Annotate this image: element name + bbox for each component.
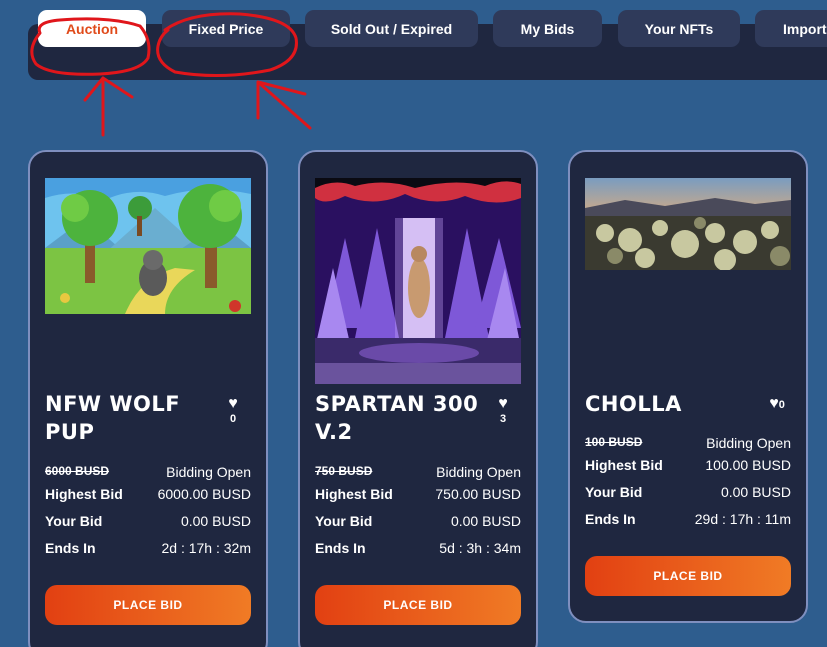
bid-status: Bidding Open xyxy=(436,464,521,480)
highest-bid-value: 750.00 BUSD xyxy=(435,486,521,502)
place-bid-button[interactable]: PLACE BID xyxy=(45,585,251,625)
ends-in-value: 2d : 17h : 32m xyxy=(161,540,251,556)
ends-in-label: Ends In xyxy=(315,540,366,556)
ends-in-row: Ends In 29d : 17h : 11m xyxy=(585,511,791,527)
nft-name-line: CHOLLA xyxy=(585,392,682,416)
price-row: 100 BUSD Bidding Open xyxy=(585,435,791,451)
nft-price: 100 BUSD xyxy=(585,435,643,449)
highest-bid-value: 6000.00 BUSD xyxy=(157,486,251,502)
heart-icon: ♥ xyxy=(498,395,508,412)
highest-bid-label: Highest Bid xyxy=(585,457,663,473)
nft-artwork xyxy=(585,178,791,270)
highest-bid-label: Highest Bid xyxy=(45,486,123,502)
nft-card-wolf-pup: NFW WOLF PUP ♥ 0 6000 BUSD Bidding Open … xyxy=(28,150,268,647)
nft-name: NFW WOLF PUP xyxy=(45,390,180,446)
nft-price: 6000 BUSD xyxy=(45,464,110,478)
nft-price: 750 BUSD xyxy=(315,464,373,478)
your-bid-label: Your Bid xyxy=(45,513,103,529)
bid-status: Bidding Open xyxy=(706,435,791,451)
like-button[interactable]: ♥0 xyxy=(762,395,792,413)
your-bid-value: 0.00 BUSD xyxy=(720,484,791,500)
nft-name-line: PUP xyxy=(45,420,95,444)
your-bid-row: Your Bid 0.00 BUSD xyxy=(585,484,791,500)
nft-name-line: V.2 xyxy=(315,420,353,444)
nft-card-spartan: SPARTAN 300 V.2 ♥ 3 750 BUSD Bidding Ope… xyxy=(298,150,538,647)
ends-in-label: Ends In xyxy=(45,540,96,556)
your-bid-row: Your Bid 0.00 BUSD xyxy=(315,513,521,529)
nft-name: CHOLLA xyxy=(585,390,682,418)
tab-fixed-price[interactable]: Fixed Price xyxy=(162,10,290,47)
nft-name-line: NFW WOLF xyxy=(45,392,181,416)
nft-artwork xyxy=(45,178,251,314)
ends-in-value: 29d : 17h : 11m xyxy=(694,511,791,527)
like-button[interactable]: ♥ 0 xyxy=(221,395,245,425)
highest-bid-row: Highest Bid 100.00 BUSD xyxy=(585,457,791,473)
highest-bid-label: Highest Bid xyxy=(315,486,393,502)
like-count: 3 xyxy=(499,413,507,425)
heart-icon: ♥ xyxy=(228,395,238,412)
arrow-to-fixed-price xyxy=(256,80,312,130)
highest-bid-row: Highest Bid 750.00 BUSD xyxy=(315,486,521,502)
tab-import[interactable]: Import xyxy=(755,10,827,47)
like-count: 0 xyxy=(229,413,237,425)
nft-name: SPARTAN 300 V.2 xyxy=(315,390,478,446)
your-bid-row: Your Bid 0.00 BUSD xyxy=(45,513,251,529)
your-bid-value: 0.00 BUSD xyxy=(450,513,521,529)
place-bid-button[interactable]: PLACE BID xyxy=(585,556,791,596)
bid-status: Bidding Open xyxy=(166,464,251,480)
nft-name-line: SPARTAN 300 xyxy=(315,392,479,416)
tab-auction[interactable]: Auction xyxy=(38,10,146,47)
highest-bid-value: 100.00 BUSD xyxy=(705,457,791,473)
ends-in-label: Ends In xyxy=(585,511,636,527)
tab-sold-out-expired[interactable]: Sold Out / Expired xyxy=(305,10,478,47)
ends-in-row: Ends In 5d : 3h : 34m xyxy=(315,540,521,556)
nft-artwork xyxy=(315,178,521,384)
place-bid-button[interactable]: PLACE BID xyxy=(315,585,521,625)
tab-my-bids[interactable]: My Bids xyxy=(493,10,602,47)
your-bid-label: Your Bid xyxy=(585,484,643,500)
price-row: 750 BUSD Bidding Open xyxy=(315,464,521,480)
tab-your-nfts[interactable]: Your NFTs xyxy=(618,10,740,47)
ends-in-row: Ends In 2d : 17h : 32m xyxy=(45,540,251,556)
heart-icon: ♥ xyxy=(769,395,779,412)
price-row: 6000 BUSD Bidding Open xyxy=(45,464,251,480)
ends-in-value: 5d : 3h : 34m xyxy=(439,540,521,556)
arrow-to-auction xyxy=(83,76,134,137)
like-button[interactable]: ♥ 3 xyxy=(491,395,515,425)
like-count: 0 xyxy=(778,399,785,411)
nft-card-cholla: CHOLLA ♥0 100 BUSD Bidding Open Highest … xyxy=(568,150,808,623)
your-bid-label: Your Bid xyxy=(315,513,373,529)
your-bid-value: 0.00 BUSD xyxy=(180,513,251,529)
highest-bid-row: Highest Bid 6000.00 BUSD xyxy=(45,486,251,502)
